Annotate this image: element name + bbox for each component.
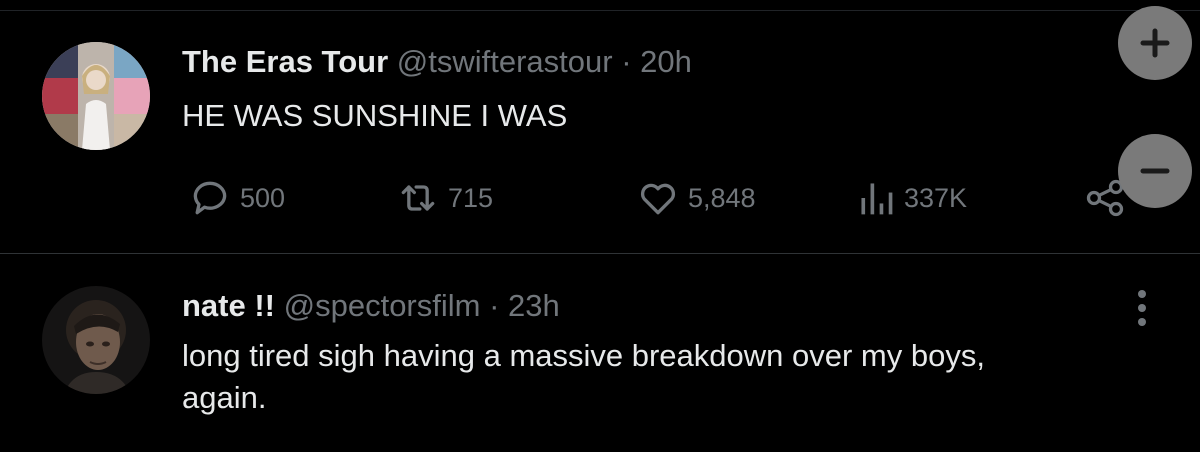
timestamp[interactable]: 23h xyxy=(508,288,560,323)
tweet-header: nate !! @spectorsfilm · 23h xyxy=(182,287,985,325)
like-button[interactable]: 5,848 xyxy=(636,176,756,220)
views-button[interactable]: 337K xyxy=(856,176,967,220)
more-icon-dot xyxy=(1138,304,1146,312)
minus-icon xyxy=(1140,168,1170,174)
reply-count: 500 xyxy=(240,182,286,213)
separator: · xyxy=(621,44,632,79)
separator: · xyxy=(489,288,500,323)
more-icon-dot xyxy=(1138,318,1146,326)
display-name[interactable]: nate !! xyxy=(182,288,275,323)
view-count: 337K xyxy=(904,182,968,213)
views-icon xyxy=(861,183,893,215)
timestamp[interactable]: 20h xyxy=(640,44,692,79)
handle[interactable]: @tswifterastour xyxy=(397,44,613,79)
repost-button[interactable]: 715 xyxy=(396,176,493,220)
reply-button[interactable]: 500 xyxy=(188,176,285,220)
tweet-text: HE WAS SUNSHINE I WAS xyxy=(182,98,568,133)
display-name[interactable]: The Eras Tour xyxy=(182,44,388,79)
tweet-actions: 500 715 5,848 337K xyxy=(0,176,1200,220)
tweet[interactable]: nate !! @spectorsfilm · 23h long tired s… xyxy=(182,287,985,419)
top-separator xyxy=(0,10,1200,11)
heart-icon xyxy=(641,183,675,215)
zoom-out-button[interactable] xyxy=(1118,134,1192,208)
avatar[interactable] xyxy=(42,42,150,150)
tweet-text-line-2: again. xyxy=(182,380,267,415)
more-icon xyxy=(1138,290,1146,298)
tweet[interactable]: The Eras Tour @tswifterastour · 20h HE W… xyxy=(182,43,692,137)
repost-count: 715 xyxy=(448,182,494,213)
tweet-header: The Eras Tour @tswifterastour · 20h xyxy=(182,43,692,81)
more-button[interactable] xyxy=(1138,290,1146,326)
tweet-text-line-1: long tired sigh having a massive breakdo… xyxy=(182,338,985,373)
like-count: 5,848 xyxy=(688,182,756,213)
tweet-divider xyxy=(0,253,1200,254)
handle[interactable]: @spectorsfilm xyxy=(284,288,481,323)
zoom-in-button[interactable] xyxy=(1118,6,1192,80)
repost-icon xyxy=(401,185,435,211)
avatar[interactable] xyxy=(42,286,150,394)
plus-icon xyxy=(1140,28,1170,58)
reply-icon xyxy=(193,181,227,215)
